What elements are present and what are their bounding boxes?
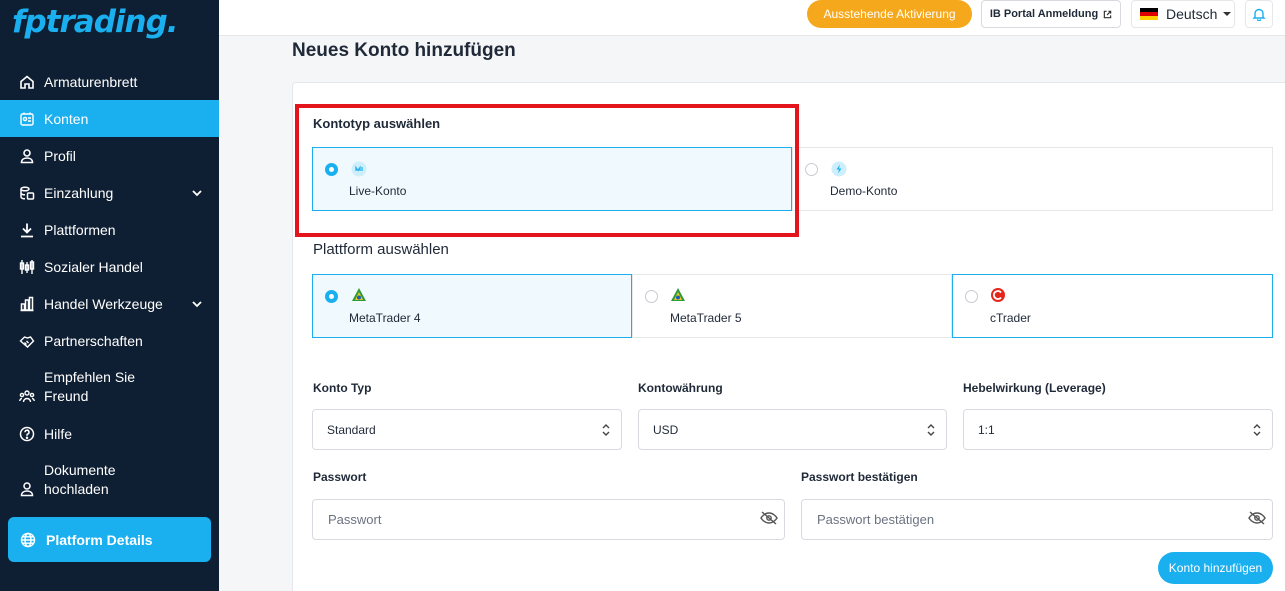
mt4-label: MetaTrader 4 <box>349 311 421 325</box>
radio-demo[interactable] <box>805 163 818 176</box>
german-flag-icon <box>1140 8 1158 20</box>
account-type-demo-option[interactable]: Demo-Konto <box>792 147 1273 211</box>
platform-mt4-option[interactable]: MetaTrader 4 <box>312 274 632 338</box>
chart-icon <box>18 295 36 313</box>
upload-docs-icon <box>18 480 36 498</box>
home-icon <box>18 73 36 91</box>
leverage-value: 1:1 <box>978 422 995 437</box>
help-icon <box>18 425 36 443</box>
referral-icon <box>18 387 36 405</box>
sidebar-item-label: Konten <box>44 110 89 127</box>
social-trading-icon <box>18 258 36 276</box>
password-confirm-input[interactable] <box>801 499 1273 540</box>
bell-icon <box>1252 8 1266 21</box>
sidebar-item-social-trading[interactable]: Sozialer Handel <box>0 248 219 285</box>
currency-select-label: Kontowährung <box>638 381 723 395</box>
platform-label: Plattform auswählen <box>313 241 449 258</box>
chevron-down-icon <box>192 300 202 307</box>
radio-ctrader[interactable] <box>965 290 978 303</box>
mt5-label: MetaTrader 5 <box>670 311 742 325</box>
password-input[interactable] <box>312 499 785 540</box>
sidebar-item-help[interactable]: Hilfe <box>0 415 219 452</box>
ctrader-label: cTrader <box>990 311 1031 325</box>
chevron-down-icon <box>192 189 202 196</box>
caret-down-icon <box>1223 12 1232 16</box>
demo-account-icon <box>831 161 847 177</box>
account-type-value: Standard <box>327 422 376 437</box>
sidebar-item-label: Handel Werkzeuge <box>44 295 163 312</box>
sidebar-item-label: Armaturenbrett <box>44 73 138 90</box>
sidebar-item-label: Dokumente hochladen <box>44 462 116 497</box>
currency-value: USD <box>653 422 679 437</box>
password-label: Passwort <box>313 470 367 484</box>
deposit-icon <box>18 184 36 202</box>
sidebar-item-platforms[interactable]: Plattformen <box>0 211 219 248</box>
pending-activation-button[interactable]: Ausstehende Aktivierung <box>807 0 972 28</box>
sidebar-item-label: Empfehlen Sie Freund <box>44 369 136 404</box>
sidebar-item-label: Profil <box>44 147 76 164</box>
platform-mt5-option[interactable]: MetaTrader 5 <box>632 274 952 338</box>
language-selector[interactable]: Deutsch <box>1131 0 1235 28</box>
platform-details-button[interactable]: Platform Details <box>8 517 211 562</box>
sidebar-item-label: Plattformen <box>44 221 116 238</box>
eye-off-icon[interactable] <box>1248 511 1266 525</box>
leverage-select-label: Hebelwirkung (Leverage) <box>963 381 1106 395</box>
external-link-icon <box>1103 10 1112 18</box>
currency-select[interactable]: USD <box>638 409 947 450</box>
up-down-arrows-icon <box>927 423 935 436</box>
sidebar-item-label: Sozialer Handel <box>44 258 143 275</box>
sidebar-item-deposit[interactable]: Einzahlung <box>0 174 219 211</box>
radio-mt4[interactable] <box>325 290 338 303</box>
radio-mt5[interactable] <box>645 290 658 303</box>
up-down-arrows-icon <box>602 423 610 436</box>
ctrader-icon <box>991 288 1005 302</box>
up-down-arrows-icon <box>1253 423 1261 436</box>
download-icon <box>18 221 36 239</box>
sidebar-item-referral[interactable]: Empfehlen Sie Freund <box>0 359 219 415</box>
top-bar: Ausstehende Aktivierung IB Portal Anmeld… <box>219 0 1285 36</box>
sidebar-item-accounts[interactable]: Konten <box>0 100 219 137</box>
sidebar-nav: Armaturenbrett Konten Profil Einzahlung … <box>0 63 219 508</box>
ib-portal-login-button[interactable]: IB Portal Anmeldung <box>981 0 1121 28</box>
metatrader5-icon <box>671 288 685 301</box>
sidebar: fptrading. Armaturenbrett Konten Profil … <box>0 0 219 591</box>
sidebar-item-trading-tools[interactable]: Handel Werkzeuge <box>0 285 219 322</box>
sidebar-item-dashboard[interactable]: Armaturenbrett <box>0 63 219 100</box>
sidebar-item-label: Einzahlung <box>44 184 114 201</box>
eye-off-icon[interactable] <box>760 511 778 525</box>
account-type-select[interactable]: Standard <box>312 409 622 450</box>
highlight-box <box>295 104 799 237</box>
sidebar-item-partnerships[interactable]: Partnerschaften <box>0 322 219 359</box>
handshake-icon <box>18 332 36 350</box>
demo-account-label: Demo-Konto <box>830 184 898 198</box>
accounts-icon <box>18 110 36 128</box>
sidebar-item-label: Hilfe <box>44 425 73 442</box>
add-account-button[interactable]: Konto hinzufügen <box>1158 552 1273 584</box>
user-icon <box>18 147 36 165</box>
page-title: Neues Konto hinzufügen <box>292 40 516 61</box>
notifications-button[interactable] <box>1245 0 1273 28</box>
metatrader4-icon <box>352 288 366 301</box>
password-confirm-label: Passwort bestätigen <box>801 470 918 484</box>
globe-icon <box>20 531 38 549</box>
ib-portal-label: IB Portal Anmeldung <box>989 8 1099 20</box>
sidebar-item-profile[interactable]: Profil <box>0 137 219 174</box>
leverage-select[interactable]: 1:1 <box>963 409 1273 450</box>
brand-logo[interactable]: fptrading. <box>12 4 179 40</box>
language-label: Deutsch <box>1166 6 1218 22</box>
sidebar-item-label: Partnerschaften <box>44 332 143 349</box>
platform-details-label: Platform Details <box>46 531 153 548</box>
platform-ctrader-option[interactable]: cTrader <box>952 274 1273 338</box>
account-type-select-label: Konto Typ <box>313 381 372 395</box>
sidebar-item-upload-documents[interactable]: Dokumente hochladen <box>0 452 219 508</box>
